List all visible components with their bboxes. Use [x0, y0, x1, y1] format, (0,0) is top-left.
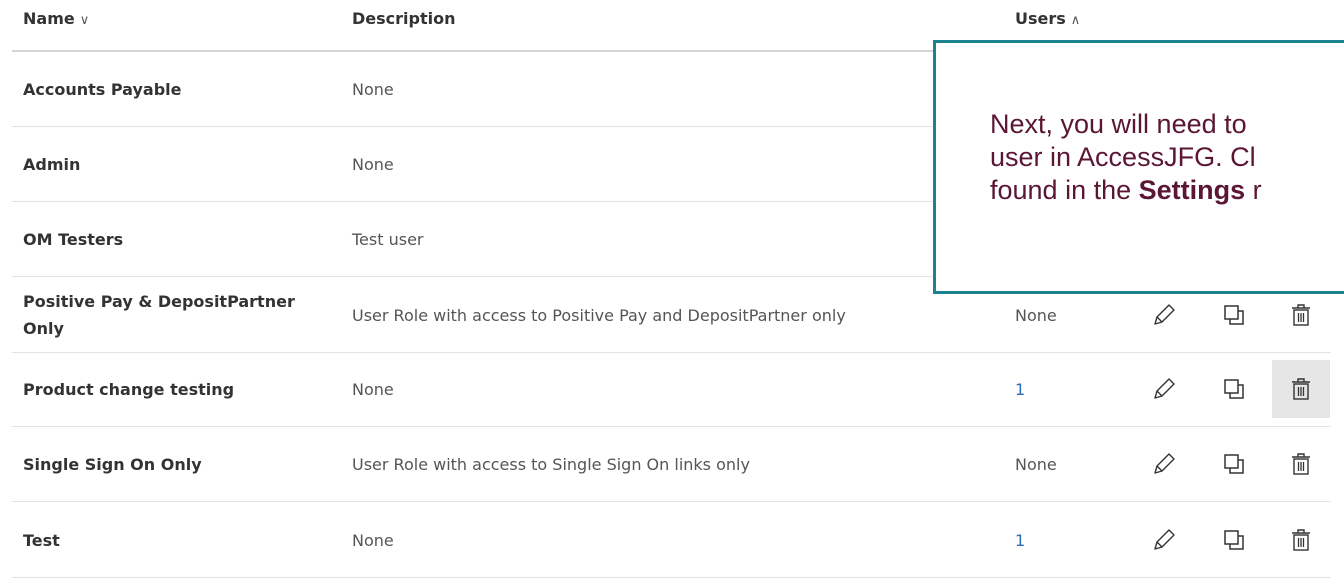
tutorial-callout: Next, you will need to user in AccessJFG…: [933, 40, 1344, 294]
pencil-icon[interactable]: [1145, 521, 1183, 559]
copy-icon[interactable]: [1215, 521, 1253, 559]
role-name: Single Sign On Only: [23, 454, 202, 474]
users-count-link[interactable]: 1: [1015, 503, 1115, 577]
callout-text: Next, you will need to user in AccessJFG…: [990, 108, 1344, 207]
role-description: None: [352, 530, 394, 550]
callout-settings-emphasis: Settings: [1138, 175, 1246, 205]
copy-icon[interactable]: [1215, 296, 1253, 334]
role-name: Product change testing: [23, 379, 235, 399]
trash-icon[interactable]: [1272, 286, 1330, 344]
pencil-icon[interactable]: [1145, 445, 1183, 483]
role-name: Admin: [23, 154, 81, 174]
pencil-icon[interactable]: [1145, 296, 1183, 334]
callout-line-3-prefix: found in the: [990, 175, 1139, 205]
trash-icon[interactable]: [1272, 435, 1330, 493]
chevron-up-icon: ∧: [1070, 13, 1081, 28]
column-header-users[interactable]: Users ∧: [1015, 9, 1080, 28]
callout-line-2: user in AccessJFG. Cl: [990, 142, 1256, 172]
role-name: Positive Pay & DepositPartner Only: [23, 292, 295, 338]
role-description: None: [352, 79, 394, 99]
table-row: Test None 1: [12, 503, 1331, 578]
role-description: None: [352, 154, 394, 174]
column-header-name[interactable]: Name ∨: [23, 9, 89, 28]
callout-line-3-suffix: r: [1245, 175, 1262, 205]
callout-line-1: Next, you will need to: [990, 109, 1247, 139]
role-description: User Role with access to Positive Pay an…: [352, 305, 846, 325]
table-row: Product change testing None 1: [12, 352, 1331, 427]
role-description: User Role with access to Single Sign On …: [352, 454, 750, 474]
role-name: Test: [23, 530, 60, 550]
trash-icon[interactable]: [1272, 511, 1330, 569]
table-row: Single Sign On Only User Role with access…: [12, 427, 1331, 502]
column-header-description: Description: [352, 9, 456, 28]
chevron-down-icon: ∨: [79, 13, 90, 28]
users-count-link[interactable]: 1: [1015, 352, 1115, 426]
role-description: None: [352, 379, 394, 399]
role-name: OM Testers: [23, 229, 124, 249]
role-name: Accounts Payable: [23, 79, 182, 99]
pencil-icon[interactable]: [1145, 370, 1183, 408]
role-description: Test user: [352, 229, 424, 249]
trash-icon[interactable]: [1272, 360, 1330, 418]
copy-icon[interactable]: [1215, 370, 1253, 408]
users-count: None: [1015, 454, 1057, 474]
copy-icon[interactable]: [1215, 445, 1253, 483]
